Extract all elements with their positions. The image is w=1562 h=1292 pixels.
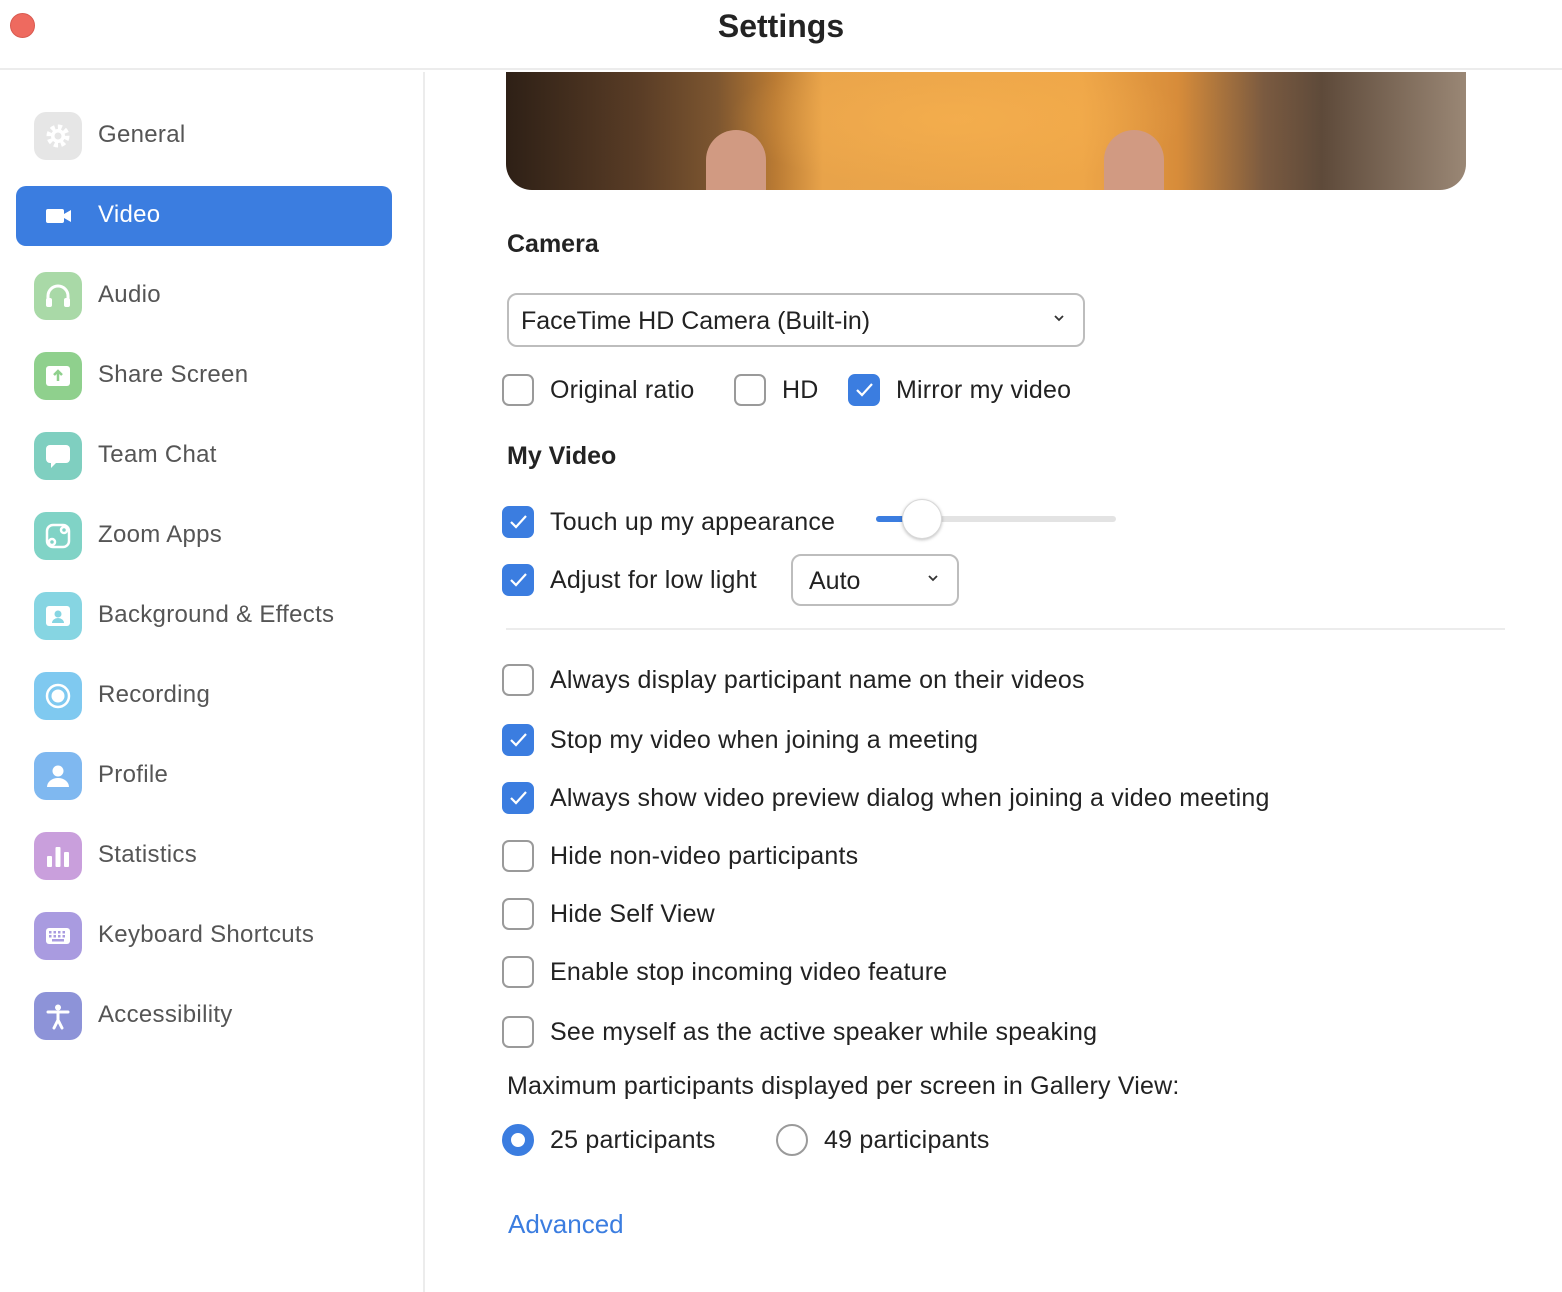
accessibility-icon bbox=[34, 992, 82, 1040]
sidebar-item-profile[interactable]: Profile bbox=[16, 746, 392, 806]
sidebar-item-label: Video bbox=[98, 201, 161, 228]
low-light-mode-value: Auto bbox=[809, 567, 861, 595]
my-video-section-title: My Video bbox=[507, 442, 617, 470]
sidebar-item-zoom-apps[interactable]: Zoom Apps bbox=[16, 506, 392, 566]
chevron-down-icon bbox=[928, 575, 938, 582]
sidebar-item-video[interactable]: Video bbox=[16, 186, 392, 246]
background-person-icon bbox=[34, 592, 82, 640]
sidebar-item-label: General bbox=[98, 121, 186, 148]
sidebar-item-accessibility[interactable]: Accessibility bbox=[16, 986, 392, 1046]
bar-chart-icon bbox=[34, 832, 82, 880]
touch-up-checkbox[interactable]: Touch up my appearance bbox=[502, 505, 835, 539]
display-participant-name-checkbox[interactable]: Always display participant name on their… bbox=[502, 663, 1085, 697]
gear-icon bbox=[34, 112, 82, 160]
apps-icon bbox=[34, 512, 82, 560]
share-screen-icon bbox=[34, 352, 82, 400]
person-icon bbox=[34, 752, 82, 800]
sidebar-item-label: Team Chat bbox=[98, 441, 217, 468]
sidebar-item-general[interactable]: General bbox=[16, 106, 392, 166]
hide-non-video-checkbox[interactable]: Hide non-video participants bbox=[502, 839, 858, 873]
sidebar-item-label: Accessibility bbox=[98, 1001, 233, 1028]
sidebar-item-label: Background & Effects bbox=[98, 601, 335, 628]
video-preview bbox=[506, 72, 1466, 190]
headphones-icon bbox=[34, 272, 82, 320]
camera-select-value: FaceTime HD Camera (Built-in) bbox=[521, 307, 871, 335]
sidebar-item-label: Share Screen bbox=[98, 361, 249, 388]
sidebar-item-statistics[interactable]: Statistics bbox=[16, 826, 392, 886]
camera-select[interactable]: FaceTime HD Camera (Built-in) bbox=[507, 293, 1085, 347]
sidebar-item-label: Recording bbox=[98, 681, 211, 708]
stop-video-on-join-checkbox[interactable]: Stop my video when joining a meeting bbox=[502, 723, 978, 757]
record-icon bbox=[34, 672, 82, 720]
low-light-checkbox[interactable]: Adjust for low light bbox=[502, 563, 757, 597]
gallery-view-label: Maximum participants displayed per scree… bbox=[507, 1072, 1180, 1100]
radio-49-participants[interactable]: 49 participants bbox=[776, 1123, 990, 1157]
video-camera-icon bbox=[34, 192, 82, 240]
sidebar-item-share-screen[interactable]: Share Screen bbox=[16, 346, 392, 406]
radio-25-participants[interactable]: 25 participants bbox=[502, 1123, 716, 1157]
keyboard-icon bbox=[34, 912, 82, 960]
sidebar-item-label: Audio bbox=[98, 281, 161, 308]
advanced-link[interactable]: Advanced bbox=[508, 1209, 624, 1240]
window-title: Settings bbox=[717, 8, 845, 44]
sidebar-item-keyboard-shortcuts[interactable]: Keyboard Shortcuts bbox=[16, 906, 392, 966]
active-speaker-self-checkbox[interactable]: See myself as the active speaker while s… bbox=[502, 1015, 1097, 1049]
sidebar-item-label: Zoom Apps bbox=[98, 521, 223, 548]
mirror-video-checkbox[interactable]: Mirror my video bbox=[848, 373, 1071, 407]
sidebar-item-audio[interactable]: Audio bbox=[16, 266, 392, 326]
sidebar-item-label: Keyboard Shortcuts bbox=[98, 921, 315, 948]
hide-self-view-checkbox[interactable]: Hide Self View bbox=[502, 897, 715, 931]
sidebar-item-background-effects[interactable]: Background & Effects bbox=[16, 586, 392, 646]
stop-incoming-video-checkbox[interactable]: Enable stop incoming video feature bbox=[502, 955, 947, 989]
sidebar-item-team-chat[interactable]: Team Chat bbox=[16, 426, 392, 486]
sidebar-item-label: Statistics bbox=[98, 841, 198, 868]
touch-up-slider-thumb[interactable] bbox=[901, 499, 942, 539]
chat-bubble-icon bbox=[34, 432, 82, 480]
low-light-mode-select[interactable]: Auto bbox=[791, 554, 959, 606]
video-preview-dialog-checkbox[interactable]: Always show video preview dialog when jo… bbox=[502, 781, 1270, 815]
original-ratio-checkbox[interactable]: Original ratio bbox=[502, 373, 695, 407]
sidebar-item-label: Profile bbox=[98, 761, 169, 788]
hd-checkbox[interactable]: HD bbox=[734, 373, 819, 407]
camera-section-title: Camera bbox=[507, 230, 599, 258]
title-bar: Settings bbox=[0, 0, 1562, 70]
sidebar-item-recording[interactable]: Recording bbox=[16, 666, 392, 726]
settings-sidebar: General Video Audio Share Screen Team Ch… bbox=[0, 72, 425, 1292]
section-divider bbox=[506, 628, 1505, 630]
chevron-down-icon bbox=[1054, 315, 1064, 322]
video-settings-panel: Camera FaceTime HD Camera (Built-in) Ori… bbox=[427, 72, 1562, 1292]
